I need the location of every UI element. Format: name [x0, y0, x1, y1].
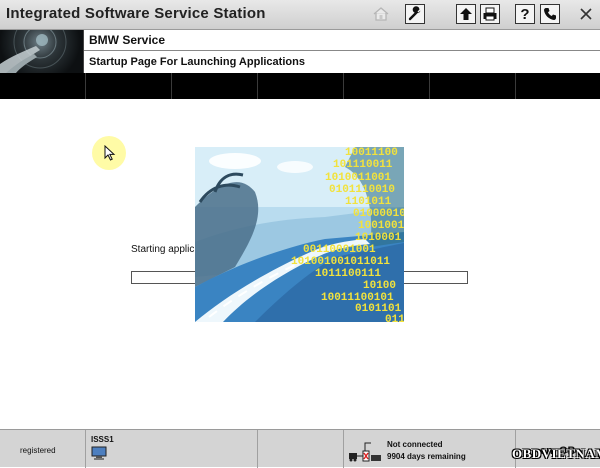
binary-row: 10100 [363, 280, 396, 292]
home-button[interactable] [371, 4, 391, 24]
binary-row: 101001001011011 [291, 256, 390, 268]
app-title: Integrated Software Service Station [6, 5, 266, 22]
title-bar: Integrated Software Service Station ? [0, 0, 600, 30]
phone-icon [544, 8, 556, 20]
close-button[interactable] [576, 4, 596, 24]
nav-tab-1[interactable] [0, 73, 86, 99]
header-divider [83, 30, 84, 73]
nav-tab-6[interactable] [430, 73, 516, 99]
mouse-cursor-icon [104, 145, 116, 161]
binary-row: 0110 [385, 314, 404, 322]
loading-status-text: Starting applic [131, 244, 195, 255]
wrench-icon [408, 6, 421, 21]
status-cell-empty [258, 430, 344, 468]
binary-row: 1011100111 [315, 268, 381, 280]
page-subtitle: Startup Page For Launching Applications [89, 56, 305, 68]
status-bar: registered ISSS1 Not connected 9904 days… [0, 429, 600, 468]
help-icon: ? [520, 5, 530, 23]
upload-arrow-icon [460, 8, 472, 20]
binary-row: 1010011001 [325, 172, 391, 184]
binary-row: 0101110010 [329, 184, 395, 196]
binary-row: 01000010 [353, 208, 404, 220]
page-title: BMW Service [89, 33, 166, 47]
nav-tab-7[interactable] [516, 73, 600, 99]
header-logo-image [0, 30, 83, 73]
network-connection-icon [349, 442, 381, 462]
computer-icon [91, 446, 107, 460]
binary-row: 1101011 [345, 196, 392, 208]
phone-button[interactable] [540, 4, 560, 24]
server-name: ISSS1 [91, 435, 114, 444]
binary-row: 1001001 [358, 220, 404, 232]
nav-tab-3[interactable] [172, 73, 258, 99]
nav-tab-5[interactable] [344, 73, 430, 99]
binary-row: 10011100 [345, 147, 398, 159]
close-icon [580, 8, 592, 20]
binary-row: 00110001001 [303, 244, 376, 256]
nav-tab-2[interactable] [86, 73, 172, 99]
upload-button[interactable] [456, 4, 476, 24]
help-button[interactable]: ? [515, 4, 535, 24]
print-button[interactable] [480, 4, 500, 24]
binary-row: 1010001 [355, 232, 402, 244]
home-icon [373, 7, 389, 21]
nav-bar [0, 73, 600, 99]
registration-status: registered [20, 446, 56, 455]
wrench-button[interactable] [405, 4, 425, 24]
watermark-text: OBDVIETNAM [512, 446, 600, 461]
printer-icon [483, 7, 497, 21]
header: BMW Service Startup Page For Launching A… [0, 30, 600, 73]
splash-image: 10011100 101110011 1010011001 0101110010 110… [195, 147, 404, 322]
license-remaining: 9904 days remaining [387, 452, 466, 461]
binary-row: 101110011 [333, 159, 393, 171]
header-rule [84, 50, 600, 51]
nav-tab-4[interactable] [258, 73, 344, 99]
connection-status: Not connected [387, 440, 443, 449]
